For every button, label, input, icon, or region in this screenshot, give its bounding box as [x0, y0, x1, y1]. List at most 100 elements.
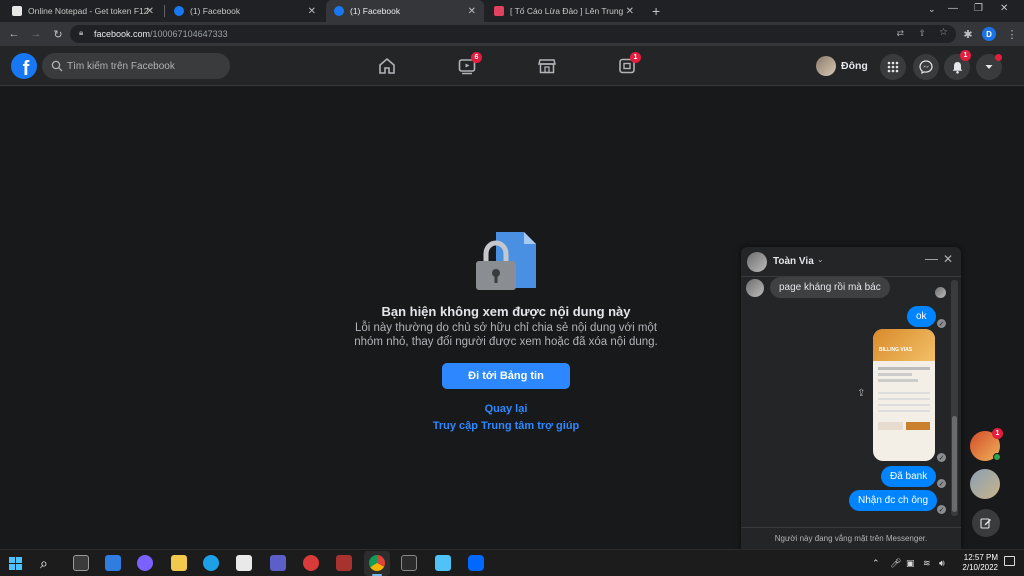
share-icon[interactable]: ⇪ — [857, 388, 865, 399]
browser-menu-icon[interactable]: ⋮ — [1004, 26, 1020, 42]
clock-date: 2/10/2022 — [962, 563, 998, 572]
task-view-icon[interactable] — [73, 555, 89, 571]
go-to-feed-button[interactable]: Đi tới Bảng tin — [442, 363, 570, 389]
chat-head-avatar[interactable] — [970, 469, 1000, 499]
bookmark-star-icon[interactable]: ☆ — [939, 27, 948, 38]
tab-report-scam[interactable]: [ Tố Cáo Lừa Đảo ] Lên Trung Tâ ✕ — [486, 0, 642, 22]
tab-divider — [164, 5, 165, 17]
notepad-icon[interactable] — [435, 555, 451, 571]
lock-favicon-icon — [494, 6, 504, 16]
teams-icon[interactable] — [270, 555, 286, 571]
browser-app-icon[interactable] — [303, 555, 319, 571]
chat-scrollbar[interactable] — [951, 280, 958, 516]
tab-title: Online Notepad - Get token F12 — [28, 6, 149, 16]
facebook-header: f Tìm kiếm trên Facebook 6 1 Đông 1 — [0, 46, 1024, 86]
avatar — [747, 252, 767, 272]
gaming-notification-badge: 1 — [630, 52, 641, 63]
forward-arrow-icon[interactable]: → — [28, 26, 44, 42]
account-alert-dot — [995, 54, 1002, 61]
close-icon[interactable]: ✕ — [146, 6, 154, 17]
facebook-logo-icon[interactable]: f — [11, 53, 37, 79]
tab-online-notepad[interactable]: Online Notepad - Get token F12 ✕ — [4, 0, 162, 22]
url-path: /100067104647333 — [150, 29, 228, 39]
error-description-line-1: Lỗi này thường do chủ sở hữu chỉ chia sẻ… — [354, 322, 658, 334]
tab-facebook-active[interactable]: (1) Facebook ✕ — [326, 0, 484, 22]
file-explorer-icon[interactable] — [171, 555, 187, 571]
chat-header[interactable]: Toàn Via ⌄ — ✕ — [741, 247, 961, 277]
help-center-link[interactable]: Truy cập Trung tâm trợ giúp — [300, 420, 712, 432]
sent-check-icon: ✓ — [937, 505, 946, 514]
tab-facebook-1[interactable]: (1) Facebook ✕ — [166, 0, 324, 22]
extensions-puzzle-icon[interactable]: ✱ — [960, 26, 976, 42]
marketplace-store-icon[interactable] — [535, 54, 559, 78]
search-icon[interactable]: ⌕ — [40, 555, 48, 572]
locked-document-icon — [476, 232, 536, 290]
caret-down-icon — [985, 65, 993, 69]
close-icon[interactable]: ✕ — [622, 5, 634, 17]
chrome-icon[interactable] — [369, 555, 385, 571]
grid-icon — [887, 61, 899, 73]
chat-scrollbar-thumb[interactable] — [952, 416, 957, 512]
reload-icon[interactable]: ↻ — [50, 26, 66, 42]
system-clock[interactable]: 12:57 PM 2/10/2022 — [952, 553, 998, 573]
profile-avatar[interactable]: D — [982, 27, 996, 41]
restore-window-icon[interactable]: ❐ — [974, 3, 983, 14]
sent-check-icon: ✓ — [937, 319, 946, 328]
chat-app-icon[interactable] — [137, 555, 153, 571]
widgets-icon[interactable] — [105, 555, 121, 571]
bell-icon — [952, 61, 962, 74]
home-icon[interactable] — [375, 54, 399, 78]
tab-search-chevron-icon[interactable]: ⌄ — [928, 4, 936, 15]
windows-taskbar: ⌕ ⌃ 🎤︎ ▣ ≋ 🔊︎ 12:57 PM 2/10/2022 — [0, 549, 1024, 576]
facebook-search-input[interactable]: Tìm kiếm trên Facebook — [42, 53, 230, 79]
message-outgoing[interactable]: Đã bank — [881, 466, 937, 487]
message-outgoing[interactable]: Nhận đc ch ông — [849, 490, 938, 511]
terminal-icon[interactable] — [401, 555, 417, 571]
close-chat-icon[interactable]: ✕ — [943, 252, 953, 266]
winrar-icon[interactable] — [336, 555, 352, 571]
tray-overflow-chevron-icon[interactable]: ⌃ — [872, 558, 880, 569]
messenger-button[interactable] — [913, 54, 939, 80]
facebook-favicon-icon — [334, 6, 344, 16]
close-icon[interactable]: ✕ — [308, 6, 316, 17]
notepad-favicon-icon — [12, 6, 22, 16]
chat-contact-name[interactable]: Toàn Via — [773, 256, 814, 267]
avatar — [816, 56, 836, 76]
go-back-link[interactable]: Quay lại — [300, 403, 712, 415]
message-incoming[interactable]: page kháng rồi mà bác — [770, 277, 890, 298]
back-arrow-icon[interactable]: ← — [6, 26, 22, 42]
translate-icon[interactable]: ⇄ — [896, 28, 904, 39]
compose-icon — [980, 518, 991, 529]
share-icon[interactable]: ⇪ — [918, 28, 926, 39]
profile-shortcut[interactable]: Đông — [816, 55, 868, 77]
chat-head-badge: 1 — [992, 428, 1003, 439]
message-outgoing[interactable]: ok — [907, 306, 936, 327]
content-unavailable-panel: Bạn hiện không xem được nội dung này Lỗi… — [300, 228, 712, 432]
chevron-down-icon[interactable]: ⌄ — [817, 255, 824, 264]
new-message-button[interactable] — [972, 509, 1000, 537]
minimize-chat-icon[interactable]: — — [925, 251, 938, 266]
zalo-icon[interactable] — [468, 555, 484, 571]
notification-center-icon[interactable] — [1004, 556, 1015, 566]
browser-toolbar: ← → ↻ 🔒︎ facebook.com/100067104647333 ⇄ … — [0, 22, 1024, 46]
microphone-icon[interactable]: 🎤︎ — [890, 558, 901, 569]
close-icon[interactable]: ✕ — [468, 6, 476, 17]
edge-browser-icon[interactable] — [203, 555, 219, 571]
camera-icon[interactable]: ▣ — [906, 558, 915, 569]
volume-icon[interactable]: 🔊︎ — [939, 558, 945, 569]
close-window-icon[interactable]: ✕ — [1000, 3, 1008, 14]
facebook-favicon-icon — [174, 6, 184, 16]
offline-notice: Người này đang vắng mặt trên Messenger. — [774, 534, 928, 543]
url-host: facebook.com — [94, 29, 151, 39]
windows-start-icon[interactable] — [9, 557, 22, 570]
image-attachment[interactable]: BILLING VIAS — [873, 329, 935, 461]
minimize-window-icon[interactable]: — — [948, 3, 958, 14]
watch-notification-badge: 6 — [471, 52, 482, 63]
microsoft-store-icon[interactable] — [236, 555, 252, 571]
address-bar[interactable]: 🔒︎ facebook.com/100067104647333 ⇄ ⇪ ☆ — [70, 25, 956, 43]
tab-title: [ Tố Cáo Lừa Đảo ] Lên Trung Tâ — [510, 6, 630, 16]
menu-grid-button[interactable] — [880, 54, 906, 80]
new-tab-button[interactable]: + — [652, 3, 660, 19]
image-preview-title: BILLING VIAS — [879, 347, 913, 353]
wifi-icon[interactable]: ≋ — [923, 558, 931, 569]
